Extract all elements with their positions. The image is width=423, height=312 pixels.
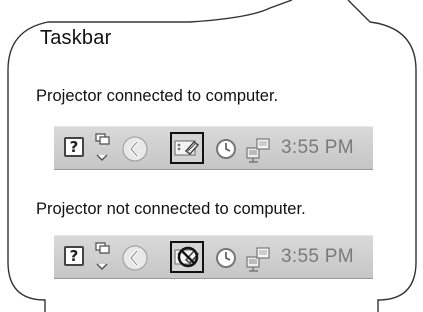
clock-icon[interactable] (215, 247, 237, 269)
callout-title: Taskbar (40, 27, 112, 49)
windows-icon[interactable] (91, 241, 113, 273)
help-icon[interactable]: ? (64, 137, 84, 157)
projector-disconnected-icon[interactable] (174, 245, 200, 269)
projector-connected-icon[interactable] (174, 136, 200, 160)
network-icon[interactable] (244, 244, 274, 274)
taskbar-connected: ? 3:55 PM (54, 126, 373, 170)
connected-caption: Projector connected to computer. (36, 87, 279, 105)
projector-status-highlight[interactable] (170, 241, 204, 273)
clock-time[interactable]: 3:55 PM (281, 137, 354, 159)
projector-status-highlight[interactable] (170, 132, 204, 164)
clock-icon[interactable] (215, 138, 237, 160)
disconnected-caption: Projector not connected to computer. (36, 200, 306, 218)
chevron-left-icon[interactable] (122, 136, 148, 162)
help-icon[interactable]: ? (64, 246, 84, 266)
clock-time[interactable]: 3:55 PM (281, 246, 354, 268)
chevron-left-icon[interactable] (122, 245, 148, 271)
windows-icon[interactable] (91, 132, 113, 164)
network-icon[interactable] (244, 135, 274, 165)
taskbar-disconnected: ? 3:55 PM (54, 235, 373, 279)
